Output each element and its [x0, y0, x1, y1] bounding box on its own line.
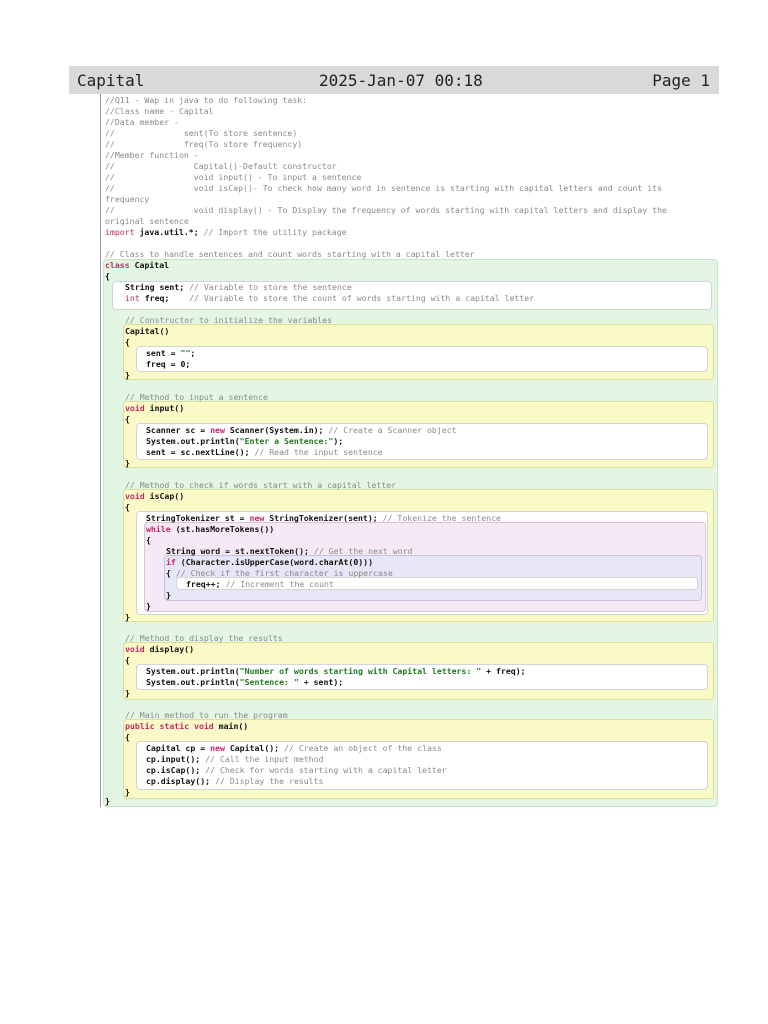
- method-declaration: void display(): [125, 644, 195, 654]
- code-statement: { // Check if the first character is upp…: [166, 568, 393, 578]
- brace: }: [105, 796, 110, 806]
- brace: }: [125, 688, 130, 698]
- code-statement: String word = st.nextToken(); // Get the…: [166, 546, 413, 556]
- brace: {: [125, 414, 130, 424]
- brace: }: [125, 787, 130, 797]
- field-freq: int freq; // Variable to store the count…: [125, 293, 535, 303]
- code-listing: //Q11 - Wap in java to do following task…: [0, 0, 768, 1024]
- if-statement: if (Character.isUpperCase(word.charAt(0)…: [166, 557, 374, 567]
- gutter-line: [100, 94, 101, 807]
- method-declaration: void input(): [125, 403, 185, 413]
- code-statement: Scanner sc = new Scanner(System.in); // …: [146, 425, 457, 435]
- code-statement: System.out.println("Enter a Sentence:");: [146, 436, 344, 446]
- code-statement: freq++; // Increment the count: [186, 579, 334, 589]
- comment-line: frequency: [105, 194, 150, 204]
- comment-line: // void input() - To input a sentence: [105, 172, 362, 182]
- comment-line: //Data member -: [105, 117, 179, 127]
- brace: }: [125, 370, 130, 380]
- code-statement: cp.input(); // Call the input method: [146, 754, 324, 764]
- code-statement: sent = sc.nextLine(); // Read the input …: [146, 447, 383, 457]
- comment-line: //Class name - Capital: [105, 106, 214, 116]
- comment-line: //Q11 - Wap in java to do following task…: [105, 95, 308, 105]
- method-declaration: void isCap(): [125, 491, 185, 501]
- code-statement: StringTokenizer st = new StringTokenizer…: [146, 513, 501, 523]
- code-statement: cp.display(); // Display the results: [146, 776, 324, 786]
- comment-line: original sentence: [105, 216, 189, 226]
- comment-line: // Main method to run the program: [125, 710, 288, 720]
- comment-line: // void isCap()- To check how many word …: [105, 183, 663, 193]
- code-statement: Capital cp = new Capital(); // Create an…: [146, 743, 442, 753]
- brace: }: [146, 601, 151, 611]
- brace: }: [125, 458, 130, 468]
- brace: }: [125, 612, 130, 622]
- code-statement: freq = 0;: [146, 359, 191, 369]
- brace: {: [146, 535, 151, 545]
- brace: {: [125, 337, 130, 347]
- brace: {: [125, 502, 130, 512]
- comment-line: // Class to handle sentences and count w…: [105, 249, 475, 259]
- comment-line: // Method to display the results: [125, 633, 283, 643]
- comment-line: //Member function -: [105, 150, 199, 160]
- code-statement: cp.isCap(); // Check for words starting …: [146, 765, 447, 775]
- constructor-declaration: Capital(): [125, 326, 170, 336]
- constructor-body: [136, 346, 708, 372]
- comment-line: // sent(To store sentence): [105, 128, 298, 138]
- brace: {: [125, 732, 130, 742]
- class-declaration: class Capital: [105, 260, 170, 270]
- brace: {: [105, 271, 110, 281]
- comment-line: // Capital()-Default constructor: [105, 161, 337, 171]
- comment-line: // freq(To store frequency): [105, 139, 303, 149]
- code-statement: System.out.println("Number of words star…: [146, 666, 526, 676]
- code-statement: sent = "";: [146, 348, 196, 358]
- comment-line: // Constructor to initialize the variabl…: [125, 315, 333, 325]
- comment-line: // void display() - To Display the frequ…: [105, 205, 667, 215]
- while-statement: while (st.hasMoreTokens()): [146, 524, 275, 534]
- comment-line: // Method to input a sentence: [125, 392, 268, 402]
- import-line: import java.util.*; // Import the utilit…: [105, 227, 347, 237]
- brace: {: [125, 655, 130, 665]
- method-declaration: public static void main(): [125, 721, 249, 731]
- comment-line: // Method to check if words start with a…: [125, 480, 397, 490]
- code-statement: System.out.println("Sentence: " + sent);: [146, 677, 344, 687]
- field-sent: String sent; // Variable to store the se…: [125, 282, 352, 292]
- brace: }: [166, 590, 171, 600]
